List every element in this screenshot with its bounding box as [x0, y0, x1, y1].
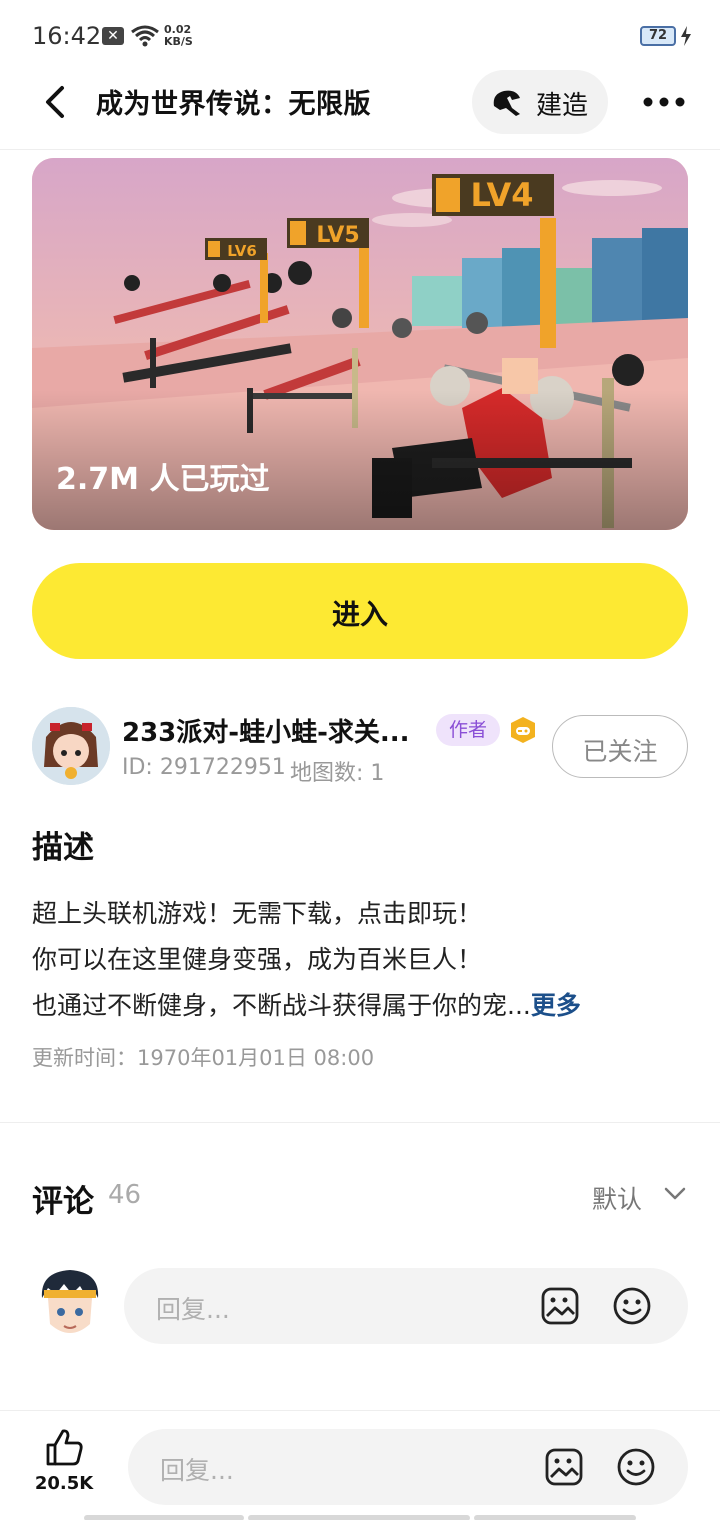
gamepad-icon	[511, 717, 535, 743]
emoji-icon[interactable]	[612, 1286, 652, 1326]
charging-icon	[681, 26, 691, 46]
description-line: 超上头联机游戏！无需下载，点击即玩！	[32, 899, 483, 928]
build-label: 建造	[536, 91, 589, 121]
like-count: 20.5K	[34, 1473, 94, 1494]
follow-button[interactable]: 已关注	[552, 715, 688, 778]
more-icon[interactable]	[640, 86, 688, 118]
comments-count: 46	[108, 1180, 142, 1210]
description-line: 也通过不断健身，不断战斗获得属于你的宠...更多	[32, 991, 581, 1020]
reply-placeholder: 回复...	[160, 1456, 234, 1485]
sort-dropdown[interactable]: 默认	[592, 1180, 642, 1216]
wifi-icon	[131, 25, 159, 47]
more-link[interactable]: 更多	[531, 991, 581, 1020]
header: 成为世界传说：无限版 建造	[0, 70, 720, 150]
author-avatar[interactable]	[32, 707, 110, 785]
played-count: 2.7M 人已玩过	[56, 462, 270, 497]
emoji-icon[interactable]	[616, 1447, 656, 1487]
bottom-bar: 20.5K 回复...	[0, 1410, 720, 1520]
game-banner[interactable]: LV4 LV5 LV6 2.7M 人已玩过	[32, 158, 688, 530]
notification-x-icon: ✕	[102, 27, 124, 45]
thumbs-up-icon	[46, 1429, 83, 1466]
back-icon[interactable]	[36, 82, 76, 122]
update-time: 更新时间：1970年01月01日 08:00	[32, 1046, 375, 1070]
author-id: ID: 291722951	[122, 755, 286, 780]
author-map-count: 地图数: 1	[290, 761, 385, 786]
like-button[interactable]: 20.5K	[32, 1427, 96, 1507]
network-speed: 0.02 KB/S	[164, 23, 193, 48]
gesture-bar	[84, 1515, 636, 1520]
build-button[interactable]: 建造	[472, 70, 608, 134]
battery-icon: 72	[640, 26, 676, 46]
reply-placeholder: 回复...	[156, 1295, 230, 1324]
page-title: 成为世界传说：无限版	[96, 89, 371, 120]
description-line: 你可以在这里健身变强，成为百米巨人！	[32, 945, 483, 974]
image-icon[interactable]	[540, 1286, 580, 1326]
enter-label: 进入	[331, 598, 388, 631]
comments-title: 评论	[32, 1184, 94, 1220]
description-title: 描述	[32, 830, 94, 866]
enter-button[interactable]: 进入	[32, 563, 688, 659]
user-avatar	[41, 1270, 99, 1333]
follow-label: 已关注	[582, 737, 658, 766]
svg-text:LV4: LV4	[470, 176, 533, 214]
bottom-reply-input[interactable]: 回复...	[128, 1429, 688, 1505]
image-icon[interactable]	[544, 1447, 584, 1487]
author-badge: 作者	[436, 714, 500, 746]
chevron-down-icon[interactable]	[664, 1186, 686, 1202]
author-name[interactable]: 233派对-蛙小蛙-求关...	[122, 712, 410, 749]
build-icon	[493, 90, 520, 116]
status-time: 16:42	[32, 22, 102, 50]
svg-text:LV6: LV6	[227, 242, 257, 260]
status-bar: 16:42 ✕ 0.02 KB/S 72	[0, 0, 720, 70]
comment-reply-input[interactable]: 回复...	[124, 1268, 688, 1344]
svg-text:LV5: LV5	[316, 223, 359, 248]
divider	[0, 1122, 720, 1123]
